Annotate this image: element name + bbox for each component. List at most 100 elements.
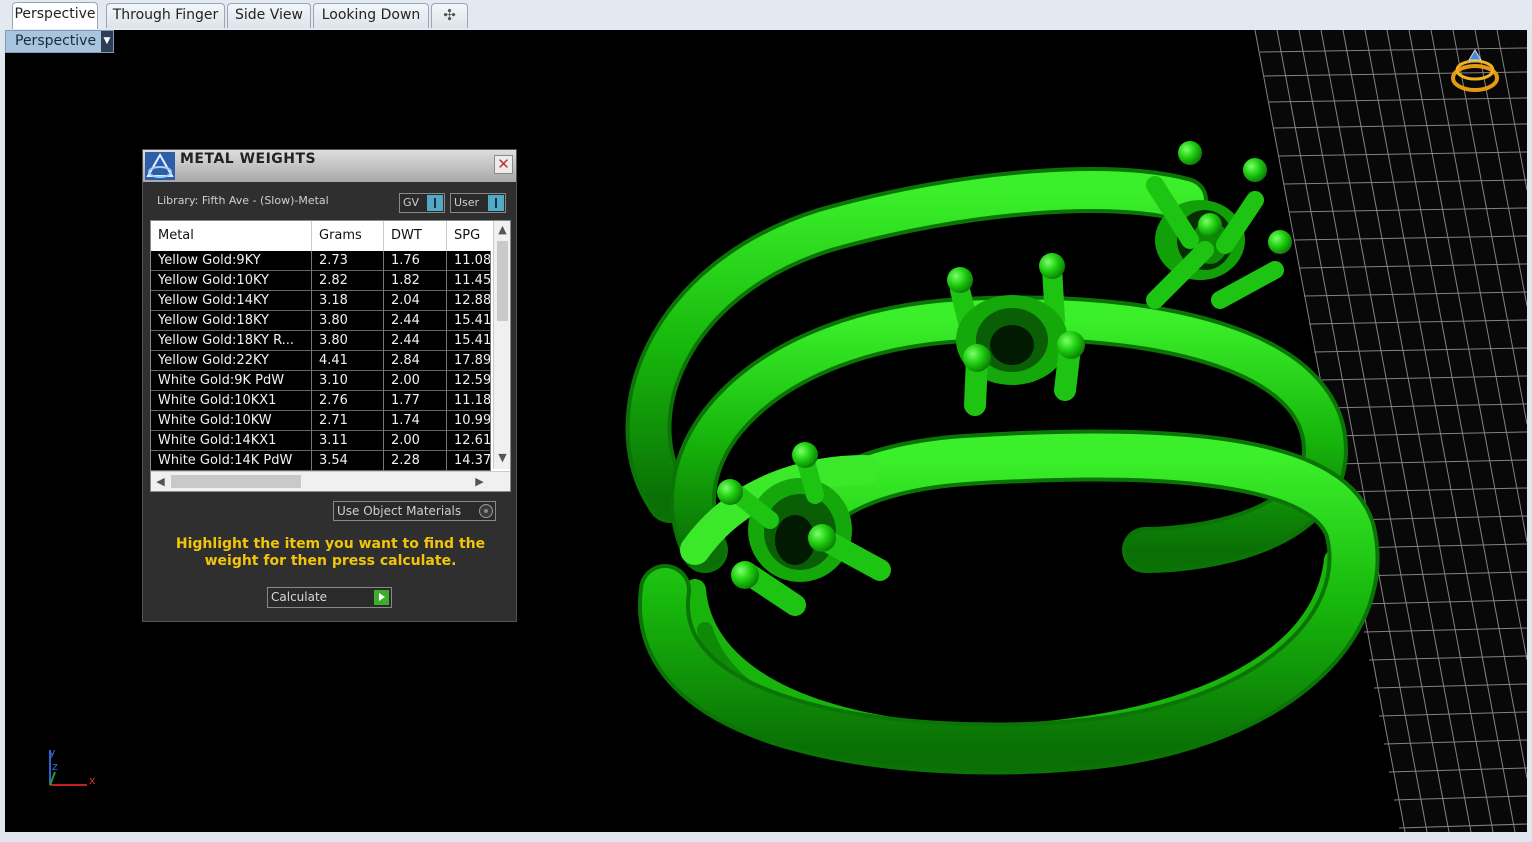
cell-grams: 2.82 [312,271,384,291]
cell-dwt: 2.84 [384,351,447,371]
table-row[interactable]: White Gold:9K PdW 3.10 2.00 12.59 [151,371,491,391]
radio-icon [479,504,493,518]
cell-dwt: 2.00 [384,371,447,391]
axis-x-label: x [89,774,96,787]
cell-grams: 4.41 [312,351,384,371]
table-body: Yellow Gold:9KY 2.73 1.76 11.08 Yellow Gold:… [151,251,491,471]
scroll-up-icon[interactable]: ▲ [494,223,510,236]
use-object-materials-label: Use Object Materials [337,504,462,518]
cell-spg: 14.37 [447,451,491,471]
scroll-left-icon[interactable]: ◀ [152,475,169,488]
cell-metal: Yellow Gold:18KY [151,311,312,331]
cell-dwt: 1.76 [384,251,447,271]
column-header-dwt[interactable]: DWT [384,221,447,251]
tab-through-finger[interactable]: Through Finger [106,3,225,28]
toggle-knob-icon [427,195,443,211]
cell-dwt: 2.44 [384,331,447,351]
cell-dwt: 2.04 [384,291,447,311]
cell-dwt: 2.44 [384,311,447,331]
close-icon[interactable]: ✕ [494,155,513,174]
cell-spg: 11.18 [447,391,491,411]
cell-dwt: 2.28 [384,451,447,471]
metal-weights-dialog: METAL WEIGHTS ✕ Library: Fifth Ave - (Sl… [142,149,517,622]
cell-metal: Yellow Gold:22KY [151,351,312,371]
tab-looking-down[interactable]: Looking Down [313,3,429,28]
table-row[interactable]: White Gold:10KW 2.71 1.74 10.99 [151,411,491,431]
cell-metal: Yellow Gold:10KY [151,271,312,291]
table-row[interactable]: Yellow Gold:14KY 3.18 2.04 12.88 [151,291,491,311]
cell-grams: 3.18 [312,291,384,311]
user-toggle-label: User [454,196,480,209]
column-header-grams[interactable]: Grams [312,221,384,251]
cell-metal: Yellow Gold:9KY [151,251,312,271]
viewport-title-button[interactable]: Perspective [5,30,114,53]
cell-metal: White Gold:14K PdW [151,451,312,471]
scroll-thumb[interactable] [171,475,301,488]
scroll-thumb[interactable] [497,241,508,321]
calculate-label: Calculate [271,590,328,604]
stone-setting-top[interactable] [1146,141,1292,309]
table-row[interactable]: Yellow Gold:22KY 4.41 2.84 17.89 [151,351,491,371]
cell-grams: 2.76 [312,391,384,411]
vertical-scrollbar[interactable]: ▲ ▼ [493,221,510,469]
library-label: Library: Fifth Ave - (Slow)-Metal [157,194,329,207]
table-row[interactable]: White Gold:14K PdW 3.54 2.28 14.37 [151,451,491,471]
user-toggle[interactable]: User [450,193,506,213]
metal-table: Metal Grams DWT SPG Yellow Gold:9KY 2.73 1… [150,220,511,492]
column-header-spg[interactable]: SPG [447,221,491,251]
cell-spg: 17.89 [447,351,491,371]
add-tab-icon[interactable]: ✣ [431,3,468,28]
calculate-button[interactable]: Calculate [267,587,392,608]
cell-grams: 3.10 [312,371,384,391]
app-window: Perspective Through Finger Side View Loo… [0,0,1532,842]
column-header-metal[interactable]: Metal [151,221,312,251]
cell-dwt: 1.77 [384,391,447,411]
cell-spg: 12.88 [447,291,491,311]
table-row[interactable]: White Gold:14KX1 3.11 2.00 12.61 [151,431,491,451]
dialog-title-bar[interactable]: METAL WEIGHTS ✕ [143,150,516,182]
table-row[interactable]: Yellow Gold:10KY 2.82 1.82 11.45 [151,271,491,291]
table-row[interactable]: White Gold:10KX1 2.76 1.77 11.18 [151,391,491,411]
play-arrow-icon [374,590,389,605]
toggle-knob-icon [488,195,504,211]
cell-metal: White Gold:14KX1 [151,431,312,451]
use-object-materials-toggle[interactable]: Use Object Materials [333,501,496,521]
cell-grams: 2.71 [312,411,384,431]
cell-spg: 10.99 [447,411,491,431]
cell-metal: White Gold:10KX1 [151,391,312,411]
world-axis-icon: y z x [49,746,96,787]
cell-grams: 3.54 [312,451,384,471]
gv-toggle[interactable]: GV [399,193,445,213]
tab-side-view[interactable]: Side View [227,3,311,28]
horizontal-scrollbar[interactable]: ◀ ▶ [151,471,510,491]
dialog-title: METAL WEIGHTS [180,151,317,167]
cell-dwt: 1.74 [384,411,447,431]
scroll-right-icon[interactable]: ▶ [471,475,488,488]
table-row[interactable]: Yellow Gold:18KY 3.80 2.44 15.41 [151,311,491,331]
table-row[interactable]: Yellow Gold:18KY R... 3.80 2.44 15.41 [151,331,491,351]
instruction-text: Highlight the item you want to find the … [175,536,486,569]
cell-metal: White Gold:10KW [151,411,312,431]
tab-perspective[interactable]: Perspective [12,2,98,29]
table-header: Metal Grams DWT SPG [151,221,491,251]
table-row[interactable]: Yellow Gold:9KY 2.73 1.76 11.08 [151,251,491,271]
cell-dwt: 2.00 [384,431,447,451]
cell-metal: Yellow Gold:18KY R... [151,331,312,351]
axis-z-label: z [52,760,58,773]
viewport-tab-bar: Perspective Through Finger Side View Loo… [0,0,1532,30]
matrix-logo-icon [145,152,175,180]
cell-spg: 11.08 [447,251,491,271]
stone-setting-middle[interactable] [947,253,1085,416]
scroll-down-icon[interactable]: ▼ [494,451,510,464]
cell-spg: 15.41 [447,331,491,351]
cell-metal: White Gold:9K PdW [151,371,312,391]
construction-grid [1254,30,1527,832]
cell-spg: 15.41 [447,311,491,331]
gv-toggle-label: GV [403,196,420,209]
cell-grams: 3.80 [312,311,384,331]
axis-y-label: y [49,746,56,759]
cell-metal: Yellow Gold:14KY [151,291,312,311]
cell-grams: 3.11 [312,431,384,451]
cell-spg: 11.45 [447,271,491,291]
viewport-menu-dropdown-icon[interactable]: ▼ [101,31,113,52]
